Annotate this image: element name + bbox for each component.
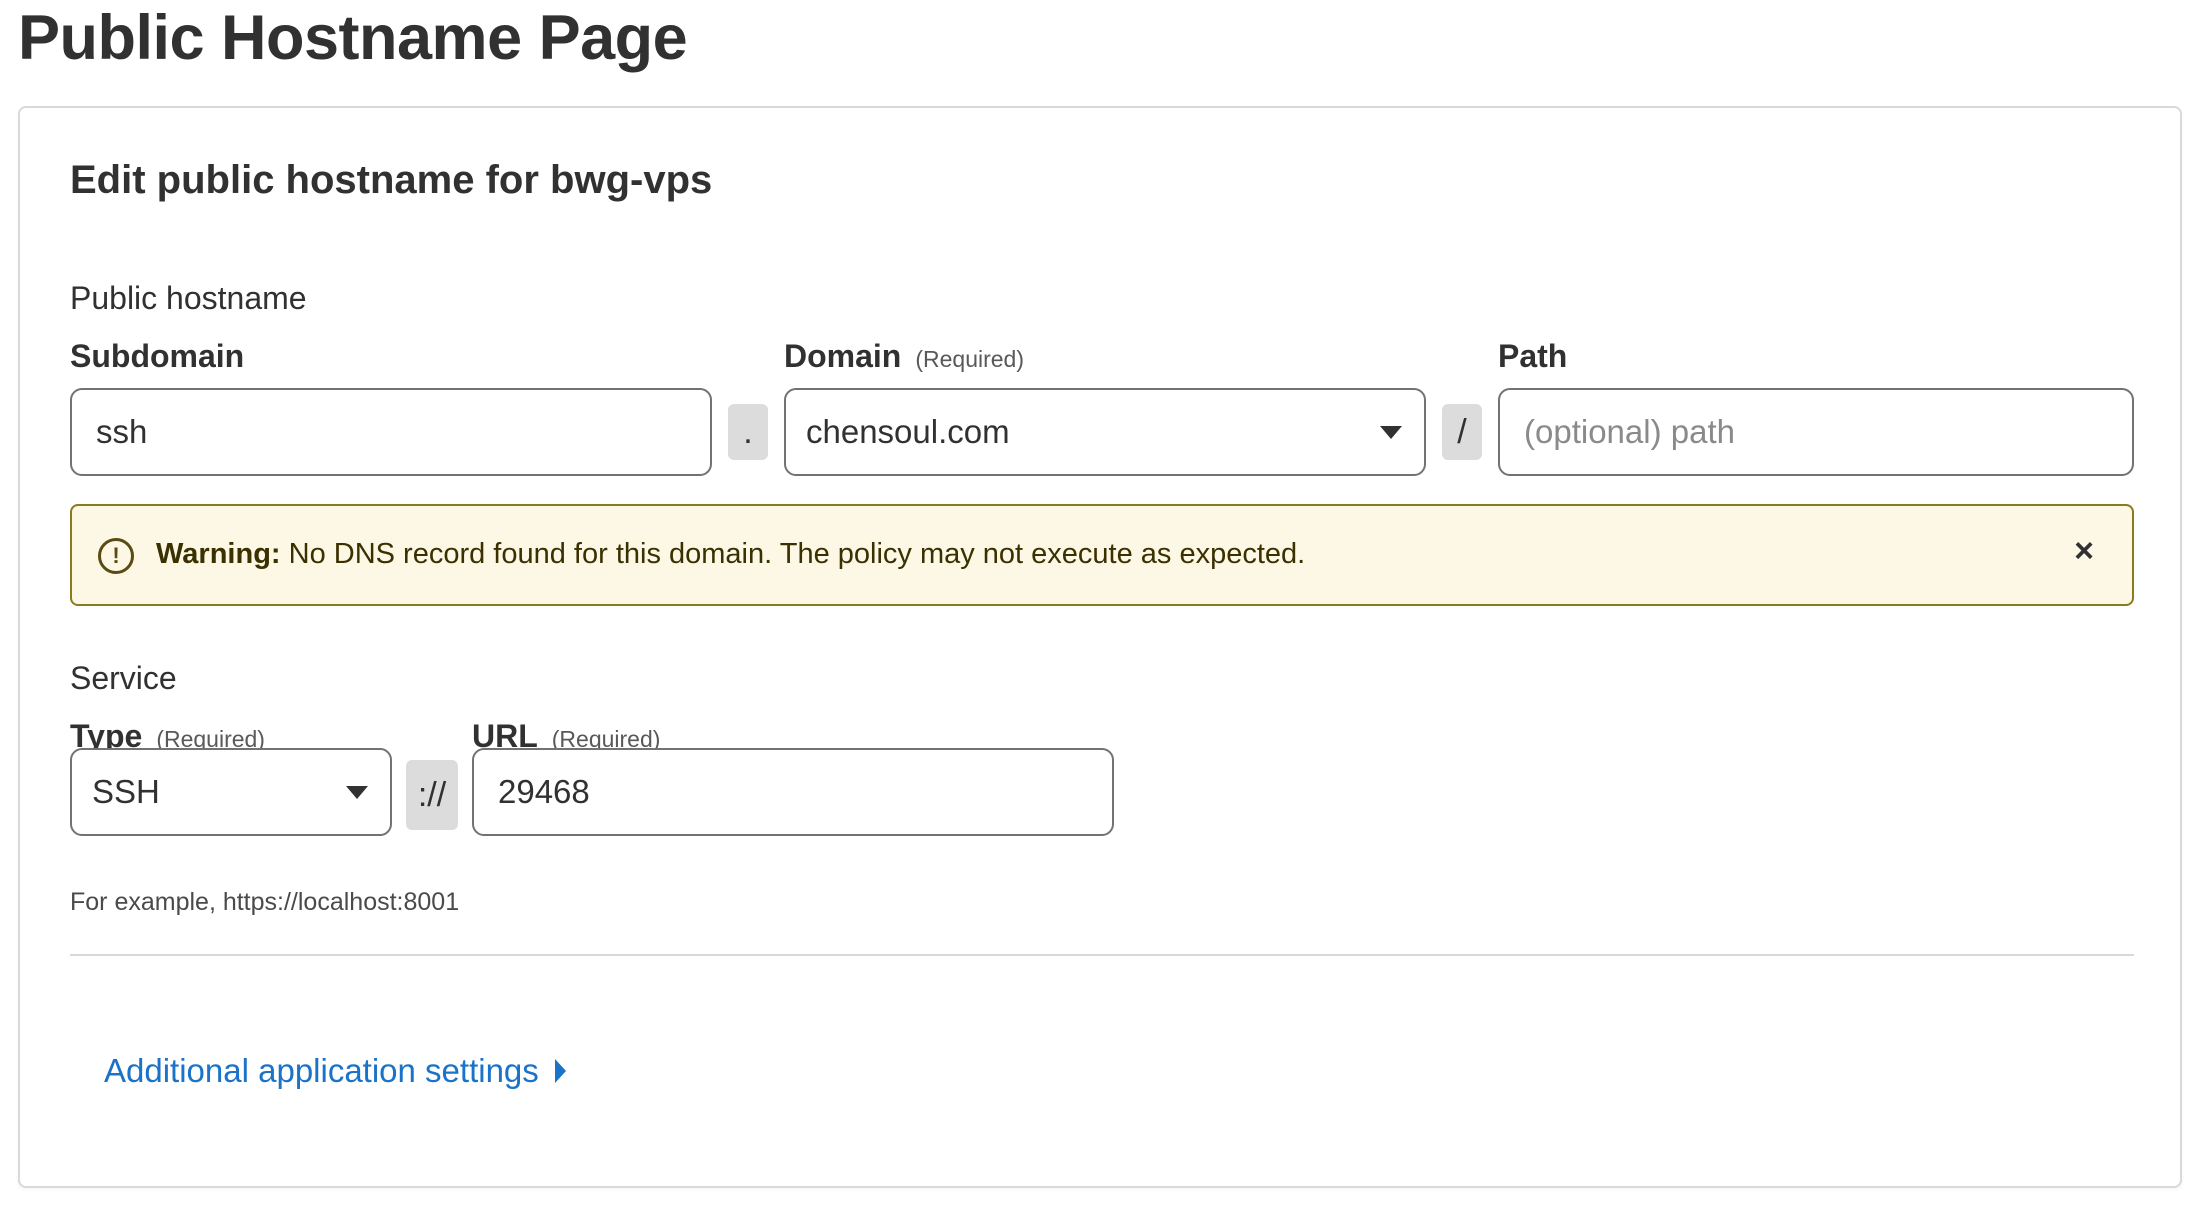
scheme-separator: ://: [406, 760, 458, 830]
caret-right-icon: [554, 1059, 566, 1083]
warning-text: Warning: No DNS record found for this do…: [156, 538, 1305, 571]
domain-select[interactable]: chensoul.com: [784, 388, 1426, 476]
url-helper-text: For example, https://localhost:8001: [70, 888, 460, 916]
domain-required-hint: (Required): [915, 346, 1024, 372]
edit-hostname-card: Edit public hostname for bwg-vps Public …: [18, 106, 2182, 1188]
chevron-down-icon: [1380, 426, 1402, 439]
url-value: 29468: [498, 773, 590, 810]
url-input[interactable]: 29468: [472, 748, 1114, 836]
additional-application-settings-link[interactable]: Additional application settings: [104, 1052, 566, 1090]
path-placeholder: (optional) path: [1524, 413, 1735, 450]
exclamation-circle-icon: !: [98, 538, 134, 574]
subdomain-label: Subdomain: [70, 338, 245, 374]
domain-value: chensoul.com: [806, 413, 1010, 450]
path-label: Path: [1498, 338, 1568, 374]
dns-warning-banner: ! Warning: No DNS record found for this …: [70, 504, 2134, 606]
slash-separator: /: [1442, 404, 1482, 460]
type-select[interactable]: SSH: [70, 748, 392, 836]
subdomain-value: ssh: [96, 413, 148, 450]
path-input[interactable]: (optional) path: [1498, 388, 2134, 476]
dot-separator: .: [728, 404, 768, 460]
chevron-down-icon: [346, 786, 368, 799]
additional-settings-label: Additional application settings: [104, 1052, 539, 1089]
card-title: Edit public hostname for bwg-vps: [70, 158, 713, 202]
close-icon[interactable]: ×: [2074, 532, 2094, 571]
type-value: SSH: [92, 773, 160, 810]
public-hostname-section-label: Public hostname: [70, 280, 307, 316]
page-title: Public Hostname Page: [18, 3, 688, 73]
service-section-label: Service: [70, 660, 177, 696]
warning-strong: Warning:: [156, 538, 281, 570]
divider: [70, 954, 2134, 956]
warning-message: No DNS record found for this domain. The…: [280, 538, 1306, 570]
subdomain-input[interactable]: ssh: [70, 388, 712, 476]
domain-label: Domain (Required): [784, 338, 1024, 374]
